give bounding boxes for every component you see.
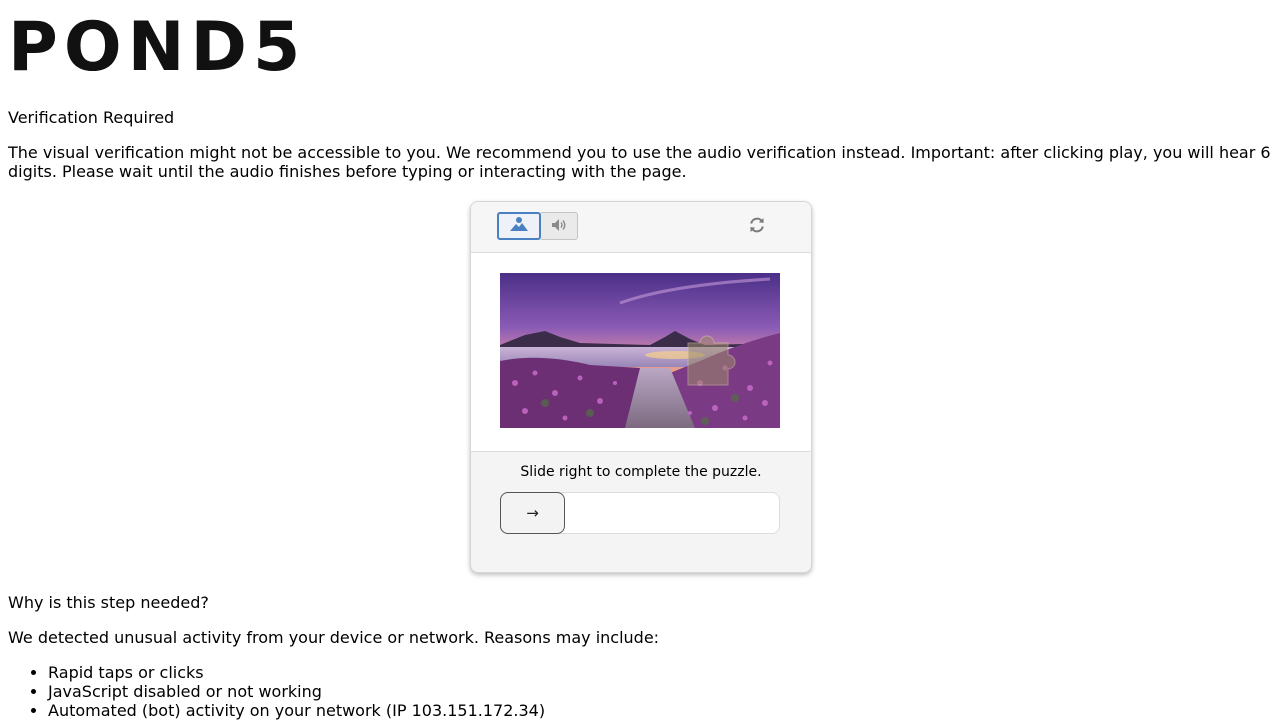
visual-mode-button[interactable] [497,212,541,240]
puzzle-image [500,273,780,428]
refresh-icon [748,216,766,238]
image-icon [509,216,529,236]
page-title: Verification Required [8,108,175,127]
captcha-widget: Slide right to complete the puzzle. → [470,201,812,573]
verification-page: POND5 Verification Required The visual v… [0,0,1280,720]
reasons-list: Rapid taps or clicks JavaScript disabled… [8,663,545,720]
list-item: Rapid taps or clicks [48,663,545,682]
slider-instruction: Slide right to complete the puzzle. [520,464,762,480]
audio-mode-button[interactable] [541,212,578,240]
slider-handle[interactable]: → [500,492,565,534]
refresh-button[interactable] [747,217,767,237]
captcha-header [471,202,811,253]
verification-description: The visual verification might not be acc… [8,143,1271,181]
puzzle-piece-slot [687,335,736,386]
speaker-icon [551,217,567,236]
pond5-logo: POND5 [8,8,307,87]
arrow-right-icon: → [526,504,539,522]
list-item: JavaScript disabled or not working [48,682,545,701]
puzzle-image-area [471,253,811,452]
list-item: Automated (bot) activity on your network… [48,701,545,720]
detected-text: We detected unusual activity from your d… [8,628,660,647]
why-heading: Why is this step needed? [8,593,209,612]
